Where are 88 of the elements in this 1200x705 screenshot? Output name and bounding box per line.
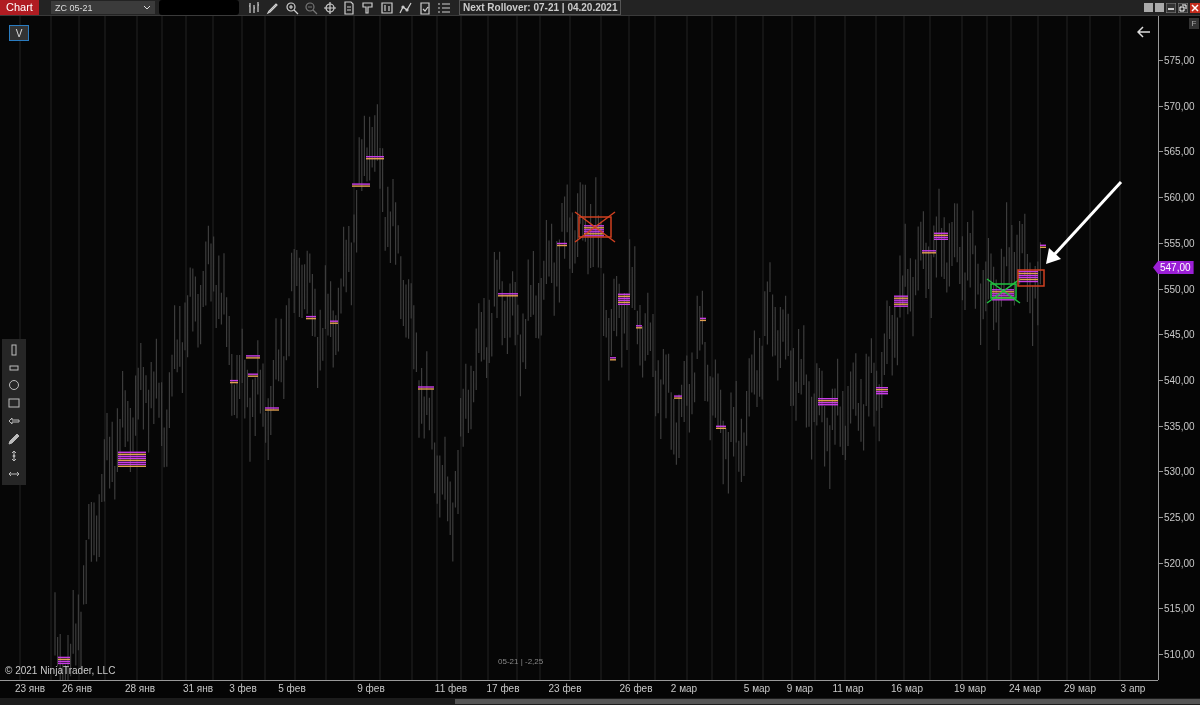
date-label: 9 фев [357, 683, 385, 694]
price-level-marker [306, 315, 316, 320]
caret-icon [142, 4, 151, 11]
contract-label: 05-21 | -2,25 [498, 657, 544, 666]
date-label: 3 апр [1120, 683, 1146, 694]
price-level-marker [818, 398, 838, 406]
price-level-marker [610, 357, 616, 361]
copyright-text: © 2021 NinjaTrader, LLC [5, 665, 116, 676]
price-level-marker [674, 395, 682, 399]
price-level-marker [118, 451, 146, 467]
date-label: 3 фев [229, 683, 257, 694]
price-level-marker [246, 355, 260, 359]
circle-icon[interactable] [8, 379, 20, 392]
price-level-marker [636, 325, 642, 329]
price-label: 535,00 [1159, 420, 1195, 432]
date-label: 29 мар [1064, 683, 1096, 694]
price-level-marker [716, 425, 726, 429]
price-level-marker [366, 156, 384, 160]
price-label: 525,00 [1159, 512, 1195, 523]
date-label: 16 мар [891, 683, 923, 694]
price-label: 560,00 [1159, 192, 1195, 204]
pencil-icon[interactable] [8, 432, 20, 445]
crossed-box-marker [986, 278, 1021, 304]
f-button[interactable]: F [1189, 18, 1199, 29]
price-label: 565,00 [1159, 146, 1195, 158]
chart-tab[interactable]: Chart [0, 0, 39, 15]
price-level-marker [934, 232, 948, 240]
date-label: 11 мар [832, 683, 864, 694]
date-label: 26 янв [61, 683, 93, 694]
price-level-marker [992, 289, 1014, 301]
data-box-icon[interactable] [341, 0, 356, 15]
clipboard-icon[interactable] [417, 0, 432, 15]
date-label: 17 фев [486, 683, 520, 694]
scrollbar-thumb[interactable] [455, 699, 1200, 704]
price-label: 530,00 [1159, 466, 1195, 478]
date-label: 9 мар [786, 683, 814, 694]
square-icon[interactable] [8, 397, 20, 410]
date-label: 24 мар [1009, 683, 1041, 694]
price-label: 555,00 [1159, 237, 1195, 249]
instrument-dropdown[interactable]: ZC 05-21 [50, 1, 155, 14]
price-level-marker [265, 407, 279, 411]
date-label: 2 мар [670, 683, 698, 694]
zoom-in-icon[interactable] [284, 0, 299, 15]
date-label: 31 янв [182, 683, 214, 694]
back-arrow-icon[interactable] [1137, 26, 1151, 38]
price-level-marker [418, 386, 434, 390]
price-label: 540,00 [1159, 374, 1195, 386]
date-label: 19 мар [954, 683, 986, 694]
price-level-marker [1040, 244, 1046, 248]
list-icon[interactable] [436, 0, 451, 15]
crosshair-icon[interactable] [322, 0, 337, 15]
price-label: 570,00 [1159, 100, 1195, 112]
price-level-marker [618, 293, 630, 305]
date-label: 28 янв [124, 683, 156, 694]
date-label: 5 мар [743, 683, 771, 694]
price-level-marker [248, 373, 258, 377]
date-label: 26 фев [619, 683, 653, 694]
price-level-marker [584, 225, 604, 237]
price-label: 550,00 [1159, 283, 1195, 295]
restore-icon[interactable] [1178, 2, 1188, 13]
price-level-marker [894, 295, 908, 307]
crossed-box-marker [574, 211, 616, 243]
price-label: 545,00 [1159, 329, 1195, 341]
price-level-marker [58, 656, 70, 665]
rollover-label: Next Rollover: 07-21 | 04.20.2021 [458, 0, 622, 15]
price-level-marker [352, 183, 370, 187]
date-label: 5 фев [278, 683, 306, 694]
box-marker [1017, 269, 1045, 287]
price-level-marker [557, 242, 567, 247]
minimize-icon[interactable] [1166, 2, 1176, 13]
date-label: 23 фев [548, 683, 582, 694]
price-level-marker [1018, 270, 1038, 283]
close-icon[interactable] [1190, 2, 1200, 13]
price-level-marker [876, 387, 888, 395]
date-label: 11 фев [434, 683, 468, 694]
price-label: 575,00 [1159, 55, 1195, 66]
date-label: 23 янв [14, 683, 46, 694]
price-level-marker [498, 293, 518, 297]
current-price-label: 547,00 [1153, 261, 1194, 274]
price-level-marker [922, 250, 936, 254]
indicator-button[interactable]: V [9, 25, 29, 41]
price-label: 515,00 [1159, 603, 1195, 615]
price-level-marker [330, 320, 338, 324]
price-level-marker [230, 379, 238, 384]
bar-type-icon[interactable] [246, 0, 261, 15]
price-label: 520,00 [1159, 557, 1195, 569]
price-level-marker [700, 317, 706, 322]
price-label: 510,00 [1159, 649, 1195, 661]
